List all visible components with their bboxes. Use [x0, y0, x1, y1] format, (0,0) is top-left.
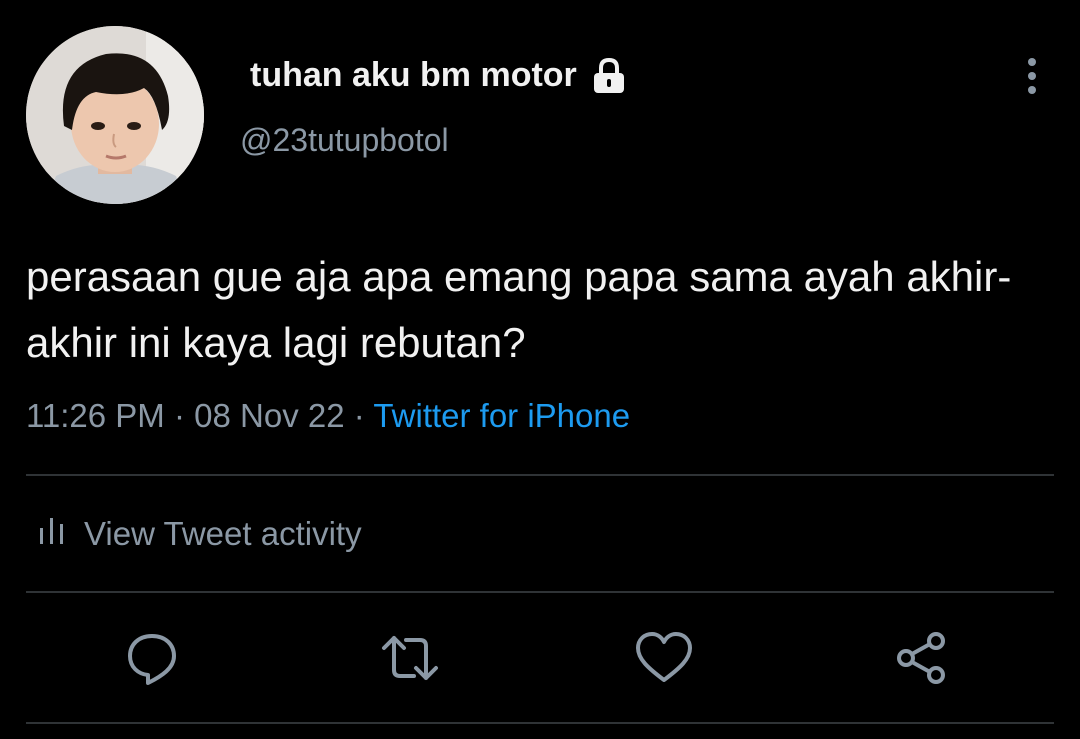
meta-separator: · [344, 397, 374, 434]
tweet-source-link[interactable]: Twitter for iPhone [373, 397, 630, 434]
reply-icon [128, 634, 176, 685]
tweet-meta: 11:26 PM · 08 Nov 22 · Twitter for iPhon… [26, 397, 630, 435]
bar-chart-icon [38, 514, 66, 554]
like-button[interactable] [634, 628, 694, 688]
heart-icon [636, 632, 692, 682]
divider [26, 722, 1054, 724]
view-tweet-activity-label: View Tweet activity [84, 515, 362, 552]
view-tweet-activity-button[interactable]: View Tweet activity [38, 514, 362, 554]
divider [26, 474, 1054, 476]
display-name-text: tuhan aku bm motor [250, 56, 577, 94]
retweet-button[interactable] [380, 628, 440, 688]
avatar-image [26, 26, 204, 204]
avatar[interactable] [26, 26, 204, 204]
meta-separator: · [164, 397, 195, 434]
tweet-time: 11:26 PM [26, 397, 165, 434]
tweet-text: perasaan gue aja apa emang papa sama aya… [26, 253, 1012, 366]
handle[interactable]: @23tutupbotol [240, 122, 449, 159]
tweet-date: 08 Nov 22 [194, 397, 345, 434]
retweet-icon [382, 636, 438, 680]
divider [26, 591, 1054, 593]
share-icon [897, 632, 945, 684]
display-name[interactable]: tuhan aku bm motor [250, 56, 627, 95]
share-button[interactable] [892, 628, 952, 688]
lock-icon [591, 57, 627, 95]
reply-button[interactable] [122, 628, 182, 688]
more-options-icon[interactable] [1014, 56, 1050, 96]
